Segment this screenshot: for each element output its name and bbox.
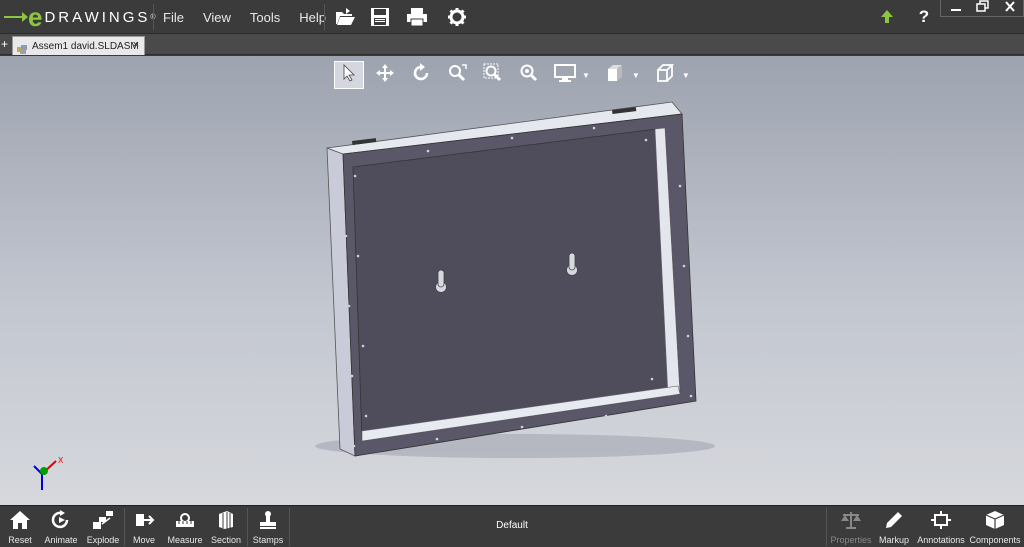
annotations-button[interactable]: Annotations xyxy=(915,506,967,547)
section-icon xyxy=(214,510,238,532)
bottom-separator-1 xyxy=(124,508,125,546)
measure-icon xyxy=(173,510,197,532)
move-label: Move xyxy=(132,535,155,545)
measure-label: Measure xyxy=(167,535,203,545)
coordinate-triad: X xyxy=(33,456,64,490)
menu-view[interactable]: View xyxy=(203,10,231,25)
section-label: Section xyxy=(210,535,242,545)
title-separator xyxy=(153,4,154,30)
move-icon xyxy=(132,510,156,532)
stamp-icon xyxy=(256,510,280,532)
restore-icon[interactable] xyxy=(970,0,996,16)
menu-separator xyxy=(324,4,325,30)
components-label: Components xyxy=(969,535,1021,545)
window-controls xyxy=(940,0,1024,17)
bottom-toolbar: Reset Animate Explode Move Measure Secti… xyxy=(0,505,1024,547)
upload-arrow-icon[interactable] xyxy=(876,7,898,27)
explode-icon xyxy=(91,510,115,532)
print-icon[interactable] xyxy=(406,7,428,27)
properties-label: Properties xyxy=(830,535,872,545)
measure-button[interactable]: Measure xyxy=(166,506,204,547)
menu-bar: File View Tools Help xyxy=(163,0,345,34)
scale-icon xyxy=(839,510,863,532)
assembly-icon xyxy=(17,41,28,54)
stamps-label: Stamps xyxy=(252,535,284,545)
open-folder-icon[interactable] xyxy=(334,7,356,27)
menu-file[interactable]: File xyxy=(163,10,184,25)
explode-button[interactable]: Explode xyxy=(86,506,120,547)
document-tab-label: Assem1 david.SLDASM xyxy=(32,40,139,52)
close-icon[interactable] xyxy=(997,0,1023,16)
section-button[interactable]: Section xyxy=(209,506,243,547)
move-button[interactable]: Move xyxy=(130,506,158,547)
home-icon xyxy=(8,510,32,532)
menu-help[interactable]: Help xyxy=(299,10,326,25)
bottom-separator-3 xyxy=(289,508,290,546)
logo-letter: e xyxy=(28,2,43,32)
app-logo: e DRAWINGS ® xyxy=(4,2,156,32)
minimize-icon[interactable] xyxy=(943,0,969,16)
save-icon[interactable] xyxy=(369,7,391,27)
animate-label: Animate xyxy=(44,535,78,545)
document-tab-bar: + Assem1 david.SLDASM × xyxy=(0,34,1024,55)
3d-viewport[interactable]: ▼ ▼ ▼ X xyxy=(0,56,1024,505)
animate-icon xyxy=(49,510,73,532)
help-icon[interactable]: ? xyxy=(913,7,935,27)
gear-icon[interactable] xyxy=(446,7,468,27)
stamps-button[interactable]: Stamps xyxy=(251,506,285,547)
reset-label: Reset xyxy=(8,535,32,545)
logo-word: DRAWINGS xyxy=(44,8,151,26)
title-bar: e DRAWINGS ® File View Tools Help ? xyxy=(0,0,1024,34)
new-tab-button[interactable]: + xyxy=(1,37,11,51)
reset-button[interactable]: Reset xyxy=(5,506,35,547)
triad-x-label: X xyxy=(58,456,64,465)
explode-label: Explode xyxy=(86,535,120,545)
markup-label: Markup xyxy=(878,535,909,545)
triad-origin xyxy=(40,467,48,475)
document-tab[interactable]: Assem1 david.SLDASM × xyxy=(12,36,145,55)
markup-button[interactable]: Markup xyxy=(877,506,911,547)
assembly-model[interactable] xyxy=(0,56,1024,505)
bottom-separator-2 xyxy=(247,508,248,546)
menu-tools[interactable]: Tools xyxy=(250,10,280,25)
animate-button[interactable]: Animate xyxy=(42,506,80,547)
pencil-icon xyxy=(882,510,906,532)
properties-button[interactable]: Properties xyxy=(829,506,873,547)
annotation-icon xyxy=(929,510,953,532)
configuration-name[interactable]: Default xyxy=(467,520,557,531)
bottom-separator-4 xyxy=(826,508,827,546)
components-button[interactable]: Components xyxy=(969,506,1021,547)
logo-arrow-icon xyxy=(4,12,28,22)
annotations-label: Annotations xyxy=(917,535,965,545)
tab-close-button[interactable]: × xyxy=(133,39,139,51)
components-icon xyxy=(983,510,1007,532)
